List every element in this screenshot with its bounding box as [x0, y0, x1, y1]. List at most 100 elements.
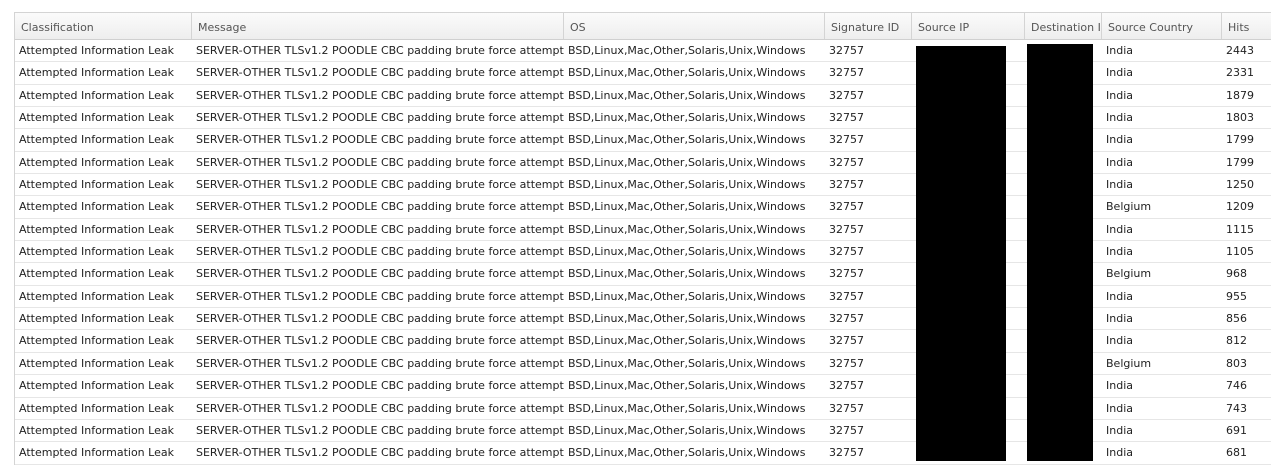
cell-source-country: India	[1106, 379, 1133, 393]
cell-os: BSD,Linux,Mac,Other,Solaris,Unix,Windows	[568, 267, 806, 281]
cell-os: BSD,Linux,Mac,Other,Solaris,Unix,Windows	[568, 111, 806, 125]
cell-message: SERVER-OTHER TLSv1.2 POODLE CBC padding …	[196, 245, 564, 259]
cell-hits: 955	[1226, 289, 1247, 303]
cell-signature-id: 32757	[829, 222, 864, 236]
cell-source-country: India	[1106, 111, 1133, 125]
cell-message: SERVER-OTHER TLSv1.2 POODLE CBC padding …	[196, 133, 564, 147]
cell-message: SERVER-OTHER TLSv1.2 POODLE CBC padding …	[196, 401, 564, 415]
cell-signature-id: 32757	[829, 356, 864, 370]
cell-os: BSD,Linux,Mac,Other,Solaris,Unix,Windows	[568, 423, 806, 437]
cell-signature-id: 32757	[829, 66, 864, 80]
cell-message: SERVER-OTHER TLSv1.2 POODLE CBC padding …	[196, 379, 564, 393]
column-header-hits[interactable]: Hits	[1222, 13, 1271, 39]
column-header-signature-id[interactable]: Signature ID	[825, 13, 912, 39]
cell-classification: Attempted Information Leak	[19, 178, 174, 192]
cell-hits: 1879	[1226, 88, 1254, 102]
cell-source-country: India	[1106, 446, 1133, 460]
cell-os: BSD,Linux,Mac,Other,Solaris,Unix,Windows	[568, 446, 806, 460]
cell-hits: 812	[1226, 334, 1247, 348]
cell-classification: Attempted Information Leak	[19, 88, 174, 102]
cell-hits: 691	[1226, 423, 1247, 437]
cell-signature-id: 32757	[829, 289, 864, 303]
column-header-message[interactable]: Message	[192, 13, 564, 39]
cell-hits: 856	[1226, 312, 1247, 326]
cell-classification: Attempted Information Leak	[19, 446, 174, 460]
cell-classification: Attempted Information Leak	[19, 334, 174, 348]
cell-source-country: India	[1106, 401, 1133, 415]
cell-signature-id: 32757	[829, 423, 864, 437]
cell-signature-id: 32757	[829, 44, 864, 57]
cell-classification: Attempted Information Leak	[19, 401, 174, 415]
column-header-classification[interactable]: Classification	[15, 13, 192, 39]
cell-os: BSD,Linux,Mac,Other,Solaris,Unix,Windows	[568, 356, 806, 370]
cell-hits: 1209	[1226, 200, 1254, 214]
cell-classification: Attempted Information Leak	[19, 44, 174, 57]
cell-source-country: Belgium	[1106, 200, 1152, 214]
column-header-destination-ip[interactable]: Destination IP	[1025, 13, 1102, 39]
cell-os: BSD,Linux,Mac,Other,Solaris,Unix,Windows	[568, 155, 806, 169]
cell-signature-id: 32757	[829, 111, 864, 125]
cell-hits: 1799	[1226, 155, 1254, 169]
cell-source-country: India	[1106, 66, 1133, 80]
cell-os: BSD,Linux,Mac,Other,Solaris,Unix,Windows	[568, 200, 806, 214]
cell-classification: Attempted Information Leak	[19, 111, 174, 125]
cell-os: BSD,Linux,Mac,Other,Solaris,Unix,Windows	[568, 245, 806, 259]
cell-message: SERVER-OTHER TLSv1.2 POODLE CBC padding …	[196, 267, 564, 281]
cell-os: BSD,Linux,Mac,Other,Solaris,Unix,Windows	[568, 66, 806, 80]
cell-classification: Attempted Information Leak	[19, 356, 174, 370]
cell-classification: Attempted Information Leak	[19, 133, 174, 147]
cell-message: SERVER-OTHER TLSv1.2 POODLE CBC padding …	[196, 88, 564, 102]
cell-source-country: India	[1106, 334, 1133, 348]
cell-signature-id: 32757	[829, 88, 864, 102]
cell-message: SERVER-OTHER TLSv1.2 POODLE CBC padding …	[196, 334, 564, 348]
cell-hits: 681	[1226, 446, 1247, 460]
cell-source-country: India	[1106, 133, 1133, 147]
cell-os: BSD,Linux,Mac,Other,Solaris,Unix,Windows	[568, 178, 806, 192]
cell-message: SERVER-OTHER TLSv1.2 POODLE CBC padding …	[196, 44, 564, 57]
column-header-source-country[interactable]: Source Country	[1102, 13, 1222, 39]
cell-message: SERVER-OTHER TLSv1.2 POODLE CBC padding …	[196, 312, 564, 326]
cell-hits: 803	[1226, 356, 1247, 370]
cell-source-country: India	[1106, 245, 1133, 259]
cell-signature-id: 32757	[829, 401, 864, 415]
column-header-source-ip[interactable]: Source IP	[912, 13, 1025, 39]
cell-signature-id: 32757	[829, 334, 864, 348]
grid-header: Classification Message OS Signature ID S…	[15, 13, 1271, 40]
cell-classification: Attempted Information Leak	[19, 245, 174, 259]
cell-signature-id: 32757	[829, 178, 864, 192]
cell-hits: 1115	[1226, 222, 1254, 236]
cell-hits: 1799	[1226, 133, 1254, 147]
cell-message: SERVER-OTHER TLSv1.2 POODLE CBC padding …	[196, 66, 564, 80]
cell-source-country: India	[1106, 423, 1133, 437]
cell-signature-id: 32757	[829, 245, 864, 259]
cell-message: SERVER-OTHER TLSv1.2 POODLE CBC padding …	[196, 356, 564, 370]
cell-os: BSD,Linux,Mac,Other,Solaris,Unix,Windows	[568, 44, 806, 57]
cell-hits: 968	[1226, 267, 1247, 281]
cell-os: BSD,Linux,Mac,Other,Solaris,Unix,Windows	[568, 312, 806, 326]
cell-message: SERVER-OTHER TLSv1.2 POODLE CBC padding …	[196, 200, 564, 214]
cell-hits: 2331	[1226, 66, 1254, 80]
cell-message: SERVER-OTHER TLSv1.2 POODLE CBC padding …	[196, 289, 564, 303]
cell-source-country: India	[1106, 155, 1133, 169]
cell-hits: 743	[1226, 401, 1247, 415]
cell-source-country: India	[1106, 88, 1133, 102]
alerts-grid: Classification Message OS Signature ID S…	[14, 12, 1271, 465]
cell-classification: Attempted Information Leak	[19, 379, 174, 393]
cell-hits: 746	[1226, 379, 1247, 393]
cell-hits: 2443	[1226, 44, 1254, 57]
cell-message: SERVER-OTHER TLSv1.2 POODLE CBC padding …	[196, 111, 564, 125]
cell-classification: Attempted Information Leak	[19, 423, 174, 437]
cell-os: BSD,Linux,Mac,Other,Solaris,Unix,Windows	[568, 88, 806, 102]
cell-classification: Attempted Information Leak	[19, 155, 174, 169]
cell-classification: Attempted Information Leak	[19, 289, 174, 303]
cell-message: SERVER-OTHER TLSv1.2 POODLE CBC padding …	[196, 423, 564, 437]
column-header-os[interactable]: OS	[564, 13, 825, 39]
cell-source-country: India	[1106, 178, 1133, 192]
cell-classification: Attempted Information Leak	[19, 200, 174, 214]
cell-os: BSD,Linux,Mac,Other,Solaris,Unix,Windows	[568, 222, 806, 236]
cell-source-country: Belgium	[1106, 267, 1152, 281]
cell-os: BSD,Linux,Mac,Other,Solaris,Unix,Windows	[568, 379, 806, 393]
cell-os: BSD,Linux,Mac,Other,Solaris,Unix,Windows	[568, 334, 806, 348]
cell-classification: Attempted Information Leak	[19, 267, 174, 281]
cell-signature-id: 32757	[829, 267, 864, 281]
